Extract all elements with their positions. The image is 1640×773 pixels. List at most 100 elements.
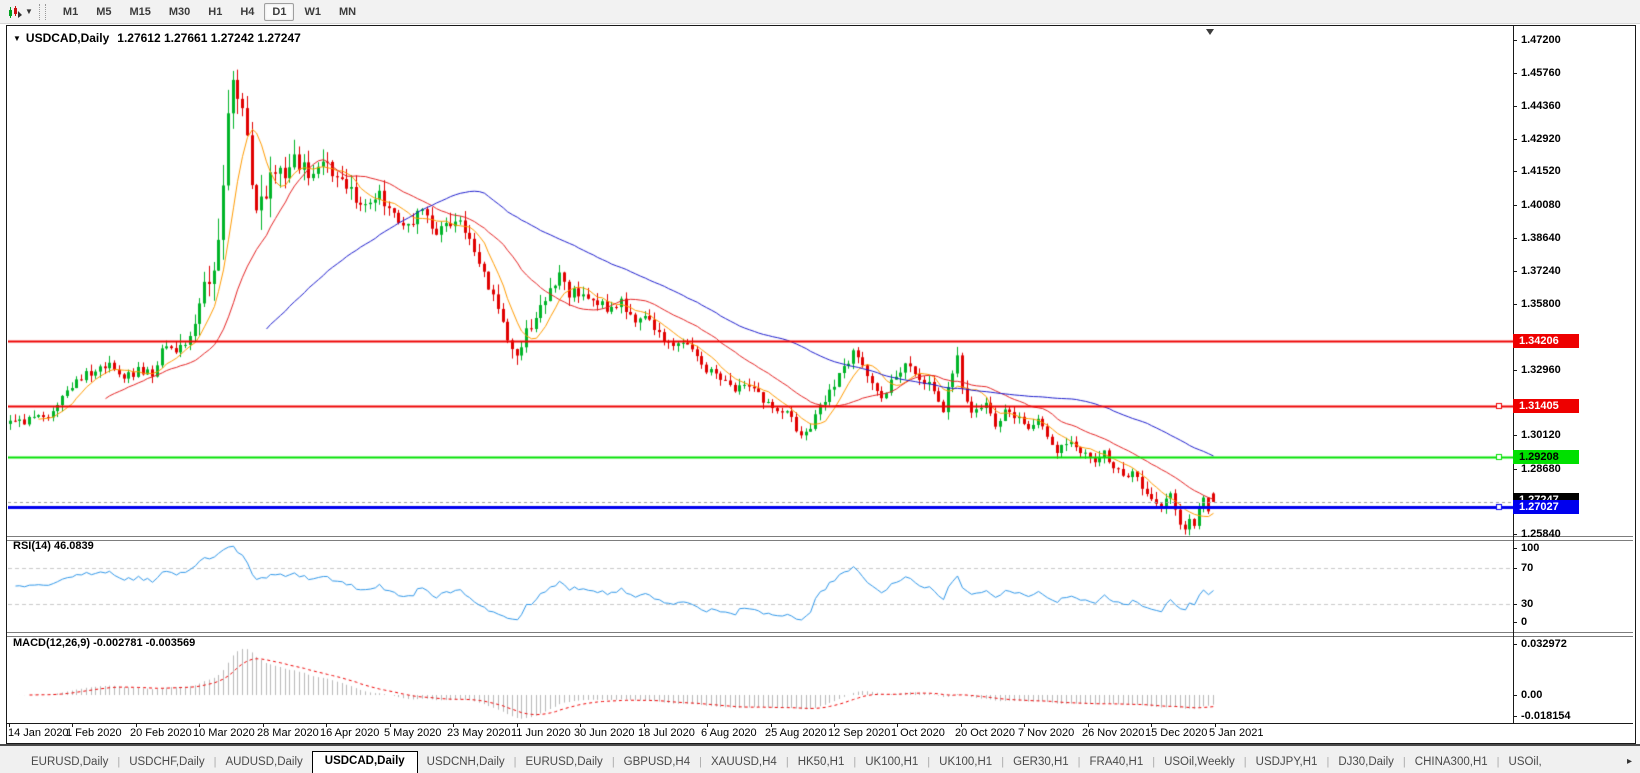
price-axis-tick <box>1513 205 1517 206</box>
price-axis-tick <box>1513 534 1517 535</box>
axis-tick <box>1513 644 1517 645</box>
price-axis-label: 1.38640 <box>1521 232 1561 245</box>
time-axis-label: 30 Jun 2020 <box>574 727 635 739</box>
time-axis-label: 5 May 2020 <box>384 727 441 739</box>
axis-label: 0.00 <box>1521 689 1542 702</box>
price-axis-label: 1.40080 <box>1521 199 1561 212</box>
chart-symbol-period: USDCAD,Daily <box>26 31 109 45</box>
price-chart-canvas[interactable] <box>8 27 1514 537</box>
price-axis-tick <box>1513 106 1517 107</box>
tool-dropdown-caret-icon[interactable]: ▼ <box>25 7 33 16</box>
axis-tick <box>1513 716 1517 717</box>
axis-tick <box>1513 695 1517 696</box>
timeframe-button-m1[interactable]: M1 <box>55 3 86 21</box>
price-axis-tick <box>1513 435 1517 436</box>
symbol-tab-usoil-[interactable]: USOil, <box>1500 753 1551 773</box>
pane-separator-rsi[interactable] <box>7 536 1633 541</box>
rsi-chart-canvas[interactable] <box>8 540 1514 632</box>
symbol-tab-usdjpy-h1[interactable]: USDJPY,H1 <box>1247 753 1327 773</box>
price-axis-label: 1.35800 <box>1521 298 1561 311</box>
timeframe-button-d1[interactable]: D1 <box>264 3 294 21</box>
mt4-app: ▼ M1M5M15M30H1H4D1W1MN ▼ USDCAD,Daily 1.… <box>0 0 1640 773</box>
price-axis-tick <box>1513 73 1517 74</box>
time-axis-label: 7 Nov 2020 <box>1018 727 1074 739</box>
axis-label: 0 <box>1521 616 1527 629</box>
symbol-tab-gbpusd-h4[interactable]: GBPUSD,H4 <box>615 753 699 773</box>
price-axis-label: 1.37240 <box>1521 265 1561 278</box>
price-tag-1.31405[interactable]: 1.31405 <box>1513 399 1579 413</box>
price-axis-label: 1.30120 <box>1521 429 1561 442</box>
time-axis-label: 16 Apr 2020 <box>320 727 379 739</box>
symbol-tab-bar: EURUSD,Daily|USDCHF,Daily|AUDUSD,DailyUS… <box>0 744 1640 773</box>
time-axis-label: 20 Oct 2020 <box>955 727 1015 739</box>
time-axis-label: 1 Feb 2020 <box>66 727 122 739</box>
price-tag-1.34206[interactable]: 1.34206 <box>1513 334 1579 348</box>
timeframe-button-mn[interactable]: MN <box>331 3 364 21</box>
time-axis-label: 11 Jun 2020 <box>511 727 571 739</box>
price-axis-label: 1.32960 <box>1521 364 1561 377</box>
axis-label: 100 <box>1521 542 1539 555</box>
price-axis-label: 1.47200 <box>1521 34 1561 47</box>
price-axis-label: 1.25840 <box>1521 528 1561 541</box>
price-axis-label: 1.41520 <box>1521 165 1561 178</box>
toolbar-grip-handle[interactable] <box>39 4 46 20</box>
chart-collapse-arrow-icon[interactable]: ▼ <box>13 34 21 43</box>
symbol-tab-dj30-daily[interactable]: DJ30,Daily <box>1329 753 1403 773</box>
symbol-tab-uk100-h1[interactable]: UK100,H1 <box>856 753 927 773</box>
time-axis-label: 26 Nov 2020 <box>1082 727 1144 739</box>
time-axis-label: 28 Mar 2020 <box>257 727 319 739</box>
price-axis-label: 1.42920 <box>1521 133 1561 146</box>
timeframe-button-m15[interactable]: M15 <box>121 3 158 21</box>
axis-tick <box>1513 548 1517 549</box>
macd-chart-canvas[interactable] <box>8 636 1514 723</box>
chart-tool-icon[interactable] <box>6 4 24 20</box>
symbol-tab-usoil-weekly[interactable]: USOil,Weekly <box>1155 753 1244 773</box>
timeframe-button-h4[interactable]: H4 <box>232 3 262 21</box>
time-axis-label: 12 Sep 2020 <box>828 727 890 739</box>
axis-tick <box>1513 622 1517 623</box>
symbol-tab-xauusd-h4[interactable]: XAUUSD,H4 <box>702 753 786 773</box>
price-axis-tick <box>1513 304 1517 305</box>
time-axis-label: 14 Jan 2020 <box>8 727 69 739</box>
price-axis-line <box>1513 26 1514 723</box>
symbol-tab-eurusd-daily[interactable]: EURUSD,Daily <box>22 753 117 773</box>
symbol-tab-hk50-h1[interactable]: HK50,H1 <box>789 753 854 773</box>
axis-label: 70 <box>1521 562 1533 575</box>
chart-ohlc-values: 1.27612 1.27661 1.27242 1.27247 <box>117 31 301 45</box>
price-tag-1.29208[interactable]: 1.29208 <box>1513 450 1579 464</box>
timeframe-buttons: M1M5M15M30H1H4D1W1MN <box>54 3 365 21</box>
price-axis-tick <box>1513 271 1517 272</box>
time-axis-label: 1 Oct 2020 <box>891 727 945 739</box>
symbol-tab-usdcnh-daily[interactable]: USDCNH,Daily <box>418 753 514 773</box>
symbol-tab-eurusd-daily[interactable]: EURUSD,Daily <box>516 753 611 773</box>
price-axis-tick <box>1513 40 1517 41</box>
axis-label: 30 <box>1521 598 1533 611</box>
axis-label: -0.018154 <box>1521 710 1571 723</box>
symbol-tab-uk100-h1[interactable]: UK100,H1 <box>930 753 1001 773</box>
timeframe-button-w1[interactable]: W1 <box>296 3 329 21</box>
symbol-tab-audusd-daily[interactable]: AUDUSD,Daily <box>216 753 311 773</box>
axis-tick <box>1513 568 1517 569</box>
symbol-tab-usdcad-daily[interactable]: USDCAD,Daily <box>312 751 418 773</box>
chart-shift-marker-icon[interactable] <box>1206 29 1214 35</box>
time-axis-label: 18 Jul 2020 <box>638 727 695 739</box>
symbol-tab-usdchf-daily[interactable]: USDCHF,Daily <box>120 753 213 773</box>
macd-indicator-label: MACD(12,26,9) -0.002781 -0.003569 <box>13 637 195 649</box>
time-axis-label: 25 Aug 2020 <box>765 727 827 739</box>
timeframe-button-m30[interactable]: M30 <box>161 3 198 21</box>
symbol-tab-ger30-h1[interactable]: GER30,H1 <box>1004 753 1078 773</box>
price-tag-1.27027[interactable]: 1.27027 <box>1513 500 1579 514</box>
time-axis-label: 15 Dec 2020 <box>1145 727 1207 739</box>
pane-separator-macd[interactable] <box>7 632 1633 637</box>
rsi-indicator-label: RSI(14) 46.0839 <box>13 540 94 552</box>
tab-scroll-right-icon[interactable]: ▸ <box>1627 756 1632 773</box>
time-axis-line <box>7 723 1633 724</box>
symbol-tab-china300-h1[interactable]: CHINA300,H1 <box>1406 753 1497 773</box>
timeframe-button-h1[interactable]: H1 <box>200 3 230 21</box>
price-axis-tick <box>1513 238 1517 239</box>
timeframe-button-m5[interactable]: M5 <box>88 3 119 21</box>
time-axis-label: 5 Jan 2021 <box>1209 727 1263 739</box>
price-axis-tick <box>1513 139 1517 140</box>
timeframe-toolbar: ▼ M1M5M15M30H1H4D1W1MN <box>0 0 1640 24</box>
symbol-tab-fra40-h1[interactable]: FRA40,H1 <box>1081 753 1153 773</box>
